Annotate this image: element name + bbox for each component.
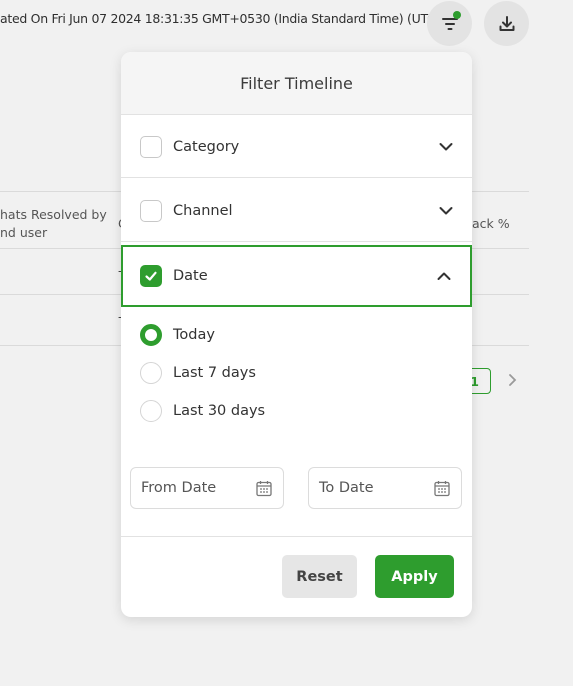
category-checkbox[interactable] bbox=[140, 135, 162, 158]
date-option-last-7-days[interactable]: Last 7 days bbox=[140, 362, 256, 384]
panel-title: Filter Timeline bbox=[121, 52, 472, 115]
date-option-today[interactable]: Today bbox=[140, 324, 215, 346]
download-button[interactable] bbox=[484, 1, 529, 46]
next-page-button[interactable] bbox=[506, 372, 518, 392]
filter-section-category[interactable]: Category bbox=[121, 116, 472, 178]
section-label: Channel bbox=[173, 202, 233, 219]
column-header-chats-resolved: hats Resolved by nd user bbox=[0, 206, 107, 242]
apply-button[interactable]: Apply bbox=[375, 555, 454, 598]
from-date-field[interactable]: From Date bbox=[130, 467, 284, 509]
calendar-icon[interactable] bbox=[256, 480, 272, 497]
calendar-icon[interactable] bbox=[434, 480, 450, 497]
channel-checkbox[interactable] bbox=[140, 199, 162, 222]
filter-section-date[interactable]: Date bbox=[121, 245, 472, 307]
radio-button[interactable] bbox=[140, 362, 162, 384]
date-option-last-30-days[interactable]: Last 30 days bbox=[140, 400, 265, 422]
column-header-line: hats Resolved by bbox=[0, 207, 107, 222]
section-label: Date bbox=[173, 268, 208, 284]
chevron-down-icon[interactable] bbox=[438, 203, 454, 219]
download-icon bbox=[499, 15, 514, 31]
footer-divider bbox=[121, 536, 472, 537]
chevron-up-icon[interactable] bbox=[436, 268, 452, 284]
to-date-field[interactable]: To Date bbox=[308, 467, 462, 509]
filter-timeline-panel: Filter Timeline Category Channel Date To… bbox=[121, 52, 472, 617]
to-date-placeholder: To Date bbox=[319, 480, 374, 496]
date-checkbox[interactable] bbox=[140, 265, 162, 287]
column-header-feedback: ack % bbox=[472, 216, 510, 231]
radio-button[interactable] bbox=[140, 400, 162, 422]
filter-active-dot bbox=[453, 11, 461, 19]
radio-button[interactable] bbox=[140, 324, 162, 346]
radio-label: Today bbox=[173, 327, 215, 343]
radio-label: Last 30 days bbox=[173, 403, 266, 419]
reset-button[interactable]: Reset bbox=[282, 555, 357, 598]
filter-section-channel[interactable]: Channel bbox=[121, 180, 472, 242]
last-updated-text: ated On Fri Jun 07 2024 18:31:35 GMT+053… bbox=[0, 11, 441, 26]
filter-button[interactable] bbox=[427, 1, 472, 46]
radio-label: Last 7 days bbox=[173, 365, 256, 381]
section-label: Category bbox=[173, 138, 240, 155]
from-date-placeholder: From Date bbox=[141, 480, 217, 496]
check-icon bbox=[145, 271, 157, 281]
column-header-line: nd user bbox=[0, 225, 48, 240]
chevron-down-icon[interactable] bbox=[438, 139, 454, 155]
chevron-right-icon bbox=[509, 374, 517, 386]
